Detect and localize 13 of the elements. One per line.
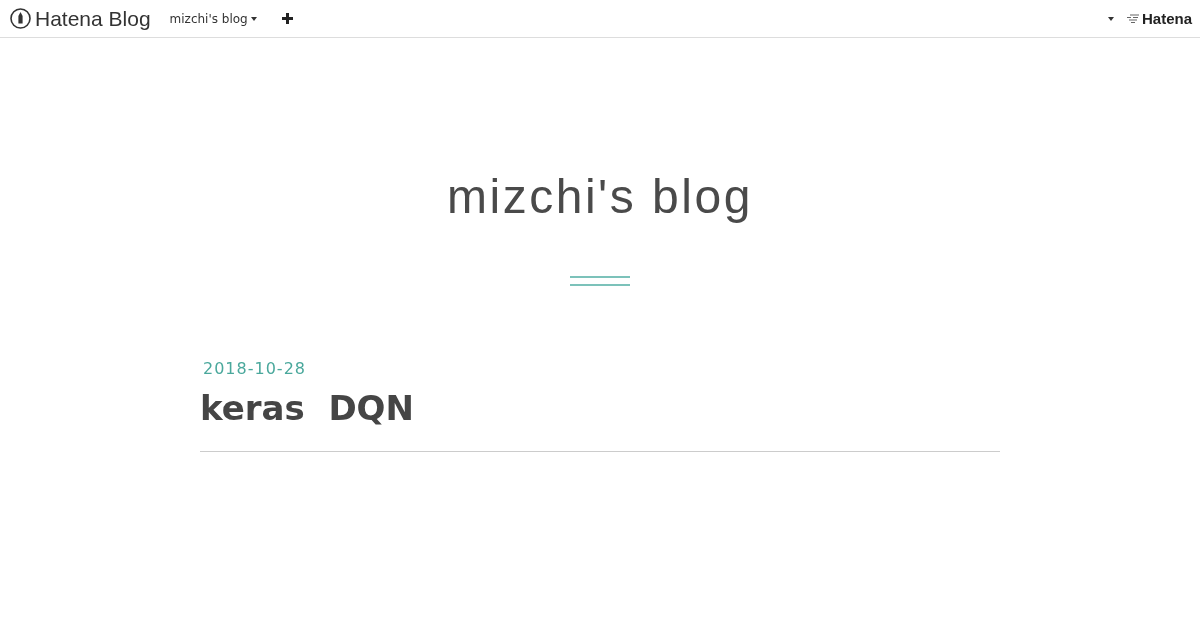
blog-menu[interactable]: mizchi's blog [169, 11, 257, 26]
caret-icon [250, 16, 257, 21]
entry-title[interactable]: keras DQN [200, 387, 414, 429]
pen-in-circle-icon [10, 8, 31, 29]
plus-icon [281, 13, 293, 24]
account-menu-button[interactable] [1107, 16, 1114, 21]
hatena-blog-logo[interactable]: Hatena Blog [10, 6, 151, 31]
hatena-logo[interactable]: Hatena [1125, 9, 1192, 28]
blog-title: mizchi's blog [447, 169, 753, 225]
double-rule [570, 276, 630, 286]
caret-icon [1107, 16, 1114, 21]
dashes-icon [1125, 13, 1140, 24]
add-entry-button[interactable] [281, 13, 293, 24]
